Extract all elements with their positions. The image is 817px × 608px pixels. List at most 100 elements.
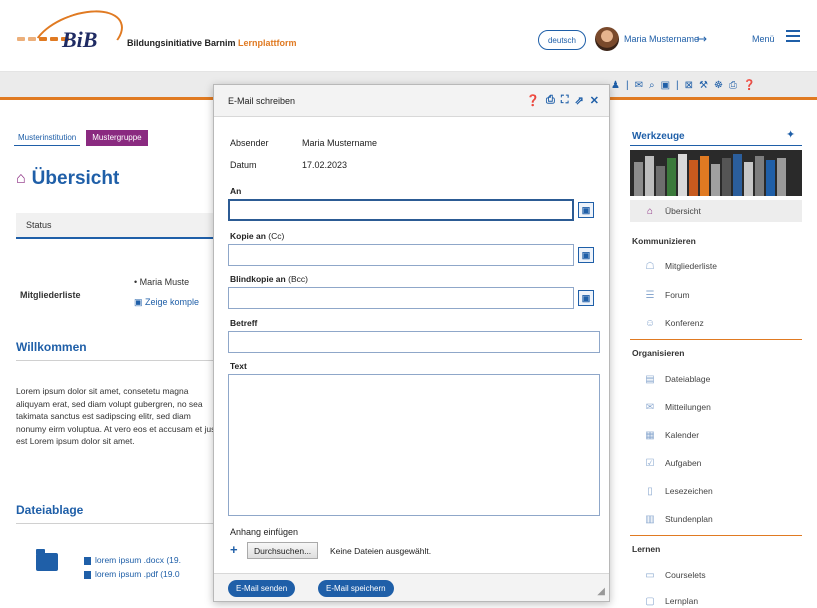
separator: | [676,80,679,91]
email-dialog: E-Mail schreiben ❓ ⎙ ⛶ ⇗ ✕ Absender Mari… [213,84,610,602]
sidebar-item-conference[interactable]: ☺ Konferenz [630,312,802,334]
sidebar-item-label: Konferenz [665,318,704,328]
search-icon[interactable]: ⌕ [649,80,655,91]
add-attachment-icon[interactable]: + [230,542,238,557]
tab-status[interactable]: Status [16,213,220,239]
home-icon: ⌂ [16,170,26,187]
message-textarea[interactable] [228,374,600,516]
bcc-label: Blindkopie an (Bcc) [230,274,308,284]
file-item[interactable]: lorem ipsum .pdf (19.0 [84,567,181,581]
sidebar-divider [630,535,802,536]
sidebar-item-members[interactable]: ☖ Mitgliederliste [630,255,802,277]
files-heading: Dateiablage [16,503,220,524]
tasks-icon: ☑ [645,457,655,469]
sidebar-item-courselets[interactable]: ▭ Courselets [630,564,802,586]
tools-icon[interactable]: ⚒ [699,80,708,91]
chat-icon[interactable]: ▣ [661,80,670,91]
attachment-label: Anhang einfügen [230,527,299,537]
close-box-icon[interactable]: ⊠ [685,80,693,91]
sidebar-item-label: Übersicht [665,206,701,216]
date-label: Datum [230,160,257,170]
user-name[interactable]: Maria Mustername [624,34,699,44]
welcome-text: Lorem ipsum dolor sit amet, consetetu ma… [16,386,216,446]
bcc-label-text: Blindkopie an [230,274,286,284]
members-icon: ☖ [645,260,655,272]
mail-icon[interactable]: ✉ [635,80,643,91]
show-all-label: Zeige komple [145,297,200,307]
home-icon: ⌂ [646,205,654,217]
browse-button[interactable]: Durchsuchen... [247,542,319,559]
date-value: 17.02.2023 [302,160,348,170]
save-email-button[interactable]: E-Mail speichern [318,580,394,597]
member-item: • Maria Muste [134,277,190,287]
sidebar-title-divider [630,145,802,146]
print-icon[interactable]: ⎙ [729,80,737,91]
sidebar-item-calendar[interactable]: ▦ Kalender [630,424,802,446]
cc-input[interactable] [228,244,574,266]
forum-icon: ☰ [645,289,655,301]
app-header: BiB Bildungsinitiative Barnim Lernplattf… [0,0,817,79]
page-title-text: Übersicht [31,168,120,189]
to-label: An [230,186,242,196]
sidebar-item-label: Stundenplan [665,514,713,524]
menu-label[interactable]: Menü [752,34,775,44]
sidebar-item-label: Mitteilungen [665,402,711,412]
sidebar-item-label: Mitgliederliste [665,261,717,271]
file-icon [84,570,91,579]
breadcrumb-institution[interactable]: Musterinstitution [14,130,81,146]
dialog-title: E-Mail schreiben [228,96,296,106]
cc-label: Kopie an (Cc) [230,231,284,241]
schedule-icon: ▥ [645,513,655,525]
sidebar-item-bookmarks[interactable]: ▯ Lesezeichen [630,480,802,502]
sidebar-item-label: Courselets [665,570,706,580]
brand-name-text: Bildungsinitiative Barnim [127,38,236,48]
dialog-footer: E-Mail senden E-Mail speichern ◢ [214,573,609,601]
resize-grip-icon[interactable]: ◢ [597,586,605,597]
bcc-hint: (Bcc) [288,274,308,284]
show-all-members-link[interactable]: ▣ Zeige komple [134,297,199,308]
address-book-icon[interactable]: ▣ [578,247,594,263]
sidebar-item-messages[interactable]: ✉ Mitteilungen [630,396,802,418]
learnplan-icon: ▢ [645,595,655,607]
pin-icon[interactable]: ✦ [786,128,795,141]
logout-icon[interactable]: ↦ [697,32,707,46]
folder-icon [36,549,58,571]
user-icon[interactable]: ♟ [611,80,620,91]
sidebar-item-schedule[interactable]: ▥ Stundenplan [630,508,802,530]
sidebar-group-learn: Lernen [632,544,661,554]
sidebar-item-learnplan[interactable]: ▢ Lernplan [630,590,802,608]
sidebar-item-forum[interactable]: ☰ Forum [630,284,802,306]
popout-icon[interactable]: ⇗ [575,94,584,107]
calendar-icon: ▦ [645,429,655,441]
to-input[interactable] [228,199,574,221]
welcome-heading: Willkommen [16,340,220,361]
language-button[interactable]: deutsch [538,30,586,50]
sidebar-group-communicate: Kommunizieren [632,236,696,246]
address-book-icon[interactable]: ▣ [578,202,594,218]
close-icon[interactable]: ✕ [590,94,599,107]
file-list: lorem ipsum .docx (19. lorem ipsum .pdf … [84,553,181,581]
sidebar-item-label: Lernplan [665,596,699,606]
sidebar-item-tasks[interactable]: ☑ Aufgaben [630,452,802,474]
print-icon[interactable]: ⎙ [546,94,555,107]
expand-icon[interactable]: ⛶ [561,94,569,107]
logo[interactable]: BiB [62,27,97,53]
bcc-input[interactable] [228,287,574,309]
sidebar-group-organize: Organisieren [632,348,685,358]
help-icon[interactable]: ❓ [526,94,540,107]
bookmarks-icon: ▯ [647,485,653,497]
subject-input[interactable] [228,331,600,353]
sidebar-item-overview[interactable]: ⌂ Übersicht [630,200,802,222]
help-icon[interactable]: ❓ [743,80,755,91]
file-item[interactable]: lorem ipsum .docx (19. [84,553,181,567]
send-email-button[interactable]: E-Mail senden [228,580,296,597]
sidebar-item-label: Forum [665,290,690,300]
address-book-icon[interactable]: ▣ [578,290,594,306]
text-label: Text [230,361,247,371]
toolbar-icons: ♟ | ✉ ⌕ ▣ | ⊠ ⚒ ☸ ⎙ ❓ [611,80,755,91]
avatar[interactable] [595,27,619,51]
network-icon[interactable]: ☸ [714,80,723,91]
hamburger-menu-icon[interactable] [786,30,800,42]
breadcrumb-group[interactable]: Mustergruppe [86,130,148,146]
sidebar-item-files[interactable]: ▤ Dateiablage [630,368,802,390]
